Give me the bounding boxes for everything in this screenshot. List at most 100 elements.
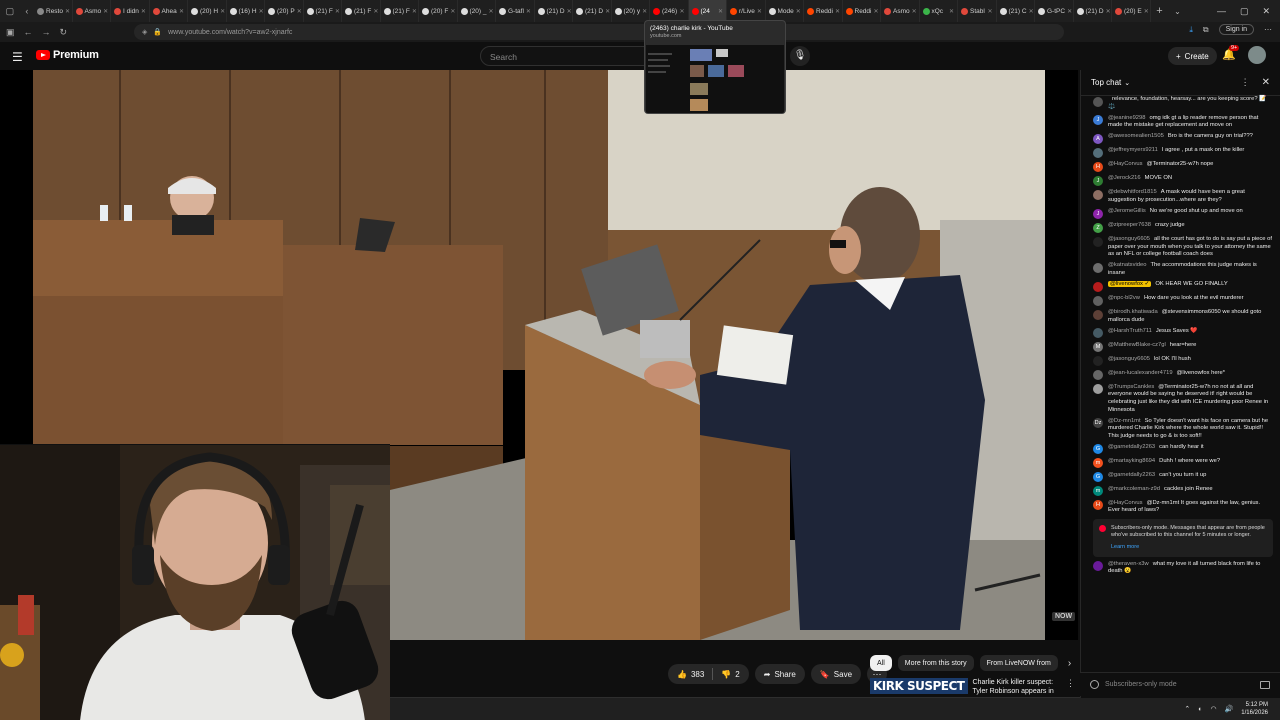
info-icon[interactable] <box>1090 680 1099 689</box>
tab-close-icon[interactable]: ✕ <box>220 8 225 15</box>
browser-menu-icon[interactable]: ⋯ <box>1264 25 1272 34</box>
tab-close-icon[interactable]: ✕ <box>373 8 378 15</box>
tab-close-icon[interactable]: ✕ <box>796 8 801 15</box>
chat-author[interactable]: @birodh.khatiwada <box>1108 309 1158 315</box>
browser-tab[interactable]: (21) D ✕ <box>1074 0 1112 22</box>
tab-close-icon[interactable]: ✕ <box>642 8 647 15</box>
chat-author[interactable]: @jeffreymyers9211 <box>1108 147 1158 153</box>
chat-avatar[interactable] <box>1093 370 1103 381</box>
chat-avatar[interactable] <box>1093 384 1103 395</box>
chat-author[interactable]: @theraven-x3w <box>1108 561 1149 567</box>
chat-input-placeholder[interactable]: Subscribers-only mode <box>1105 681 1177 688</box>
chip-from-livenow[interactable]: From LiveNOW from <box>979 655 1058 671</box>
chat-author[interactable]: @MatthewBlake-cz7gl <box>1108 342 1166 348</box>
chat-author[interactable]: @jean-lucalexander4719 <box>1108 370 1173 376</box>
chat-avatar[interactable] <box>1093 236 1103 247</box>
browser-tab[interactable]: (21) F ✕ <box>381 0 419 22</box>
chat-author[interactable]: @jasonguy6605 <box>1108 356 1150 362</box>
browser-tab[interactable]: (20) F ✕ <box>419 0 458 22</box>
browser-tab[interactable]: Mode ✕ <box>766 0 804 22</box>
signin-button[interactable]: Sign in <box>1218 24 1254 35</box>
tab-close-icon[interactable]: ✕ <box>718 8 723 15</box>
chat-menu-icon[interactable]: ⋮ <box>1241 77 1250 88</box>
chat-avatar[interactable]: Dz <box>1093 418 1103 429</box>
tab-close-icon[interactable]: ✕ <box>335 8 340 15</box>
browser-tab[interactable]: G-tPC ✕ <box>1035 0 1074 22</box>
chat-author[interactable]: @livenowfox ✓ <box>1108 281 1152 288</box>
browser-tab[interactable]: (20) P ✕ <box>265 0 304 22</box>
extensions-icon[interactable]: ⧉ <box>1203 25 1209 35</box>
tab-close-icon[interactable]: ✕ <box>1144 8 1149 15</box>
shield-icon[interactable]: ◈ <box>142 28 147 36</box>
chat-author[interactable]: @garnetdally2263 <box>1108 472 1155 478</box>
download-icon[interactable]: ⤓ <box>1189 25 1193 35</box>
chat-avatar[interactable] <box>1093 328 1103 339</box>
tab-search-icon[interactable]: ⌄ <box>1169 7 1187 16</box>
tab-close-icon[interactable]: ✕ <box>912 8 917 15</box>
tab-close-icon[interactable]: ✕ <box>757 8 762 15</box>
browser-tab[interactable]: G-tafl ✕ <box>496 0 535 22</box>
chat-author[interactable]: @debwhitford1815 <box>1108 189 1157 195</box>
share-button[interactable]: ➦ Share <box>754 664 805 684</box>
chat-author[interactable]: @zipreeper7638 <box>1108 222 1151 228</box>
tray-app-icon[interactable]: ◐ <box>1198 706 1202 713</box>
browser-tab[interactable]: Reddi ✕ <box>804 0 843 22</box>
tab-close-icon[interactable]: ✕ <box>605 8 610 15</box>
browser-tab[interactable]: (21) F ✕ <box>304 0 342 22</box>
chat-author[interactable]: @jeanine9298 <box>1108 115 1145 121</box>
forward-icon[interactable]: → <box>42 27 51 37</box>
chat-author[interactable]: @HayCorvus <box>1108 161 1143 167</box>
chat-author[interactable]: @HayCorvus <box>1108 500 1143 506</box>
chat-avatar[interactable]: M <box>1093 342 1103 353</box>
browser-tab[interactable]: Asmo ✕ <box>881 0 920 22</box>
chat-avatar[interactable]: G <box>1093 444 1103 455</box>
chat-avatar[interactable] <box>1093 189 1103 200</box>
browser-tab[interactable]: Reddi ✕ <box>843 0 881 22</box>
tab-close-icon[interactable]: ✕ <box>488 8 493 15</box>
chat-author[interactable]: @npc-bl2vw <box>1108 295 1140 301</box>
tab-close-icon[interactable]: ✕ <box>1106 8 1111 15</box>
browser-tab[interactable]: (16) H ✕ <box>227 0 265 22</box>
emoji-panel-icon[interactable] <box>1260 680 1270 689</box>
browser-tab[interactable]: (21) D ✕ <box>535 0 573 22</box>
chat-avatar[interactable]: J <box>1093 115 1103 126</box>
chat-author[interactable]: @HarshTruth711 <box>1108 328 1152 334</box>
browser-tab[interactable]: r/Live ✕ <box>727 0 766 22</box>
account-avatar[interactable] <box>1248 46 1266 64</box>
learn-more-link[interactable]: Learn more <box>1111 544 1267 551</box>
browser-tab[interactable]: Ahea ✕ <box>150 0 188 22</box>
chat-avatar[interactable]: J <box>1093 175 1103 186</box>
tab-close-icon[interactable]: ✕ <box>949 8 954 15</box>
clock[interactable]: 5:12 PM 1/16/2026 <box>1241 701 1268 717</box>
minimize-icon[interactable]: — <box>1217 6 1226 17</box>
tab-close-icon[interactable]: ✕ <box>412 8 417 15</box>
recommended-video[interactable]: KIRK SUSPECT Charlie Kirk killer suspect… <box>870 678 1075 698</box>
chat-avatar[interactable]: H <box>1093 161 1103 172</box>
chat-author[interactable]: @katnatsvideo <box>1108 262 1146 268</box>
reload-icon[interactable]: ↻ <box>60 27 68 38</box>
browser-tab[interactable]: xQc ✕ <box>920 0 958 22</box>
chat-avatar[interactable] <box>1093 356 1103 367</box>
wifi-icon[interactable]: ◠ <box>1210 705 1216 713</box>
tab-close-icon[interactable]: ✕ <box>103 8 108 15</box>
chat-avatar[interactable] <box>1093 262 1103 273</box>
chat-author[interactable]: @Jerock216 <box>1108 175 1141 181</box>
tab-close-icon[interactable]: ✕ <box>65 8 70 15</box>
tab-close-icon[interactable]: ✕ <box>141 8 146 15</box>
chat-author[interactable]: @awesomealien1505 <box>1108 133 1164 139</box>
close-chat-icon[interactable]: ✕ <box>1262 77 1270 88</box>
hamburger-menu-icon[interactable]: ☰ <box>12 50 23 64</box>
chip-all[interactable]: All <box>870 655 892 671</box>
tab-close-icon[interactable]: ✕ <box>835 8 840 15</box>
tab-close-icon[interactable]: ✕ <box>179 8 184 15</box>
chat-author[interactable]: @garnetdally2263 <box>1108 444 1155 450</box>
chat-avatar[interactable] <box>1093 96 1103 107</box>
browser-tab[interactable]: (21) D ✕ <box>573 0 612 22</box>
chat-avatar[interactable]: m <box>1093 458 1103 469</box>
chat-avatar[interactable]: Z <box>1093 222 1103 233</box>
chat-avatar[interactable] <box>1093 561 1103 572</box>
tab-close-icon[interactable]: ✕ <box>526 8 531 15</box>
chat-author[interactable]: @TrumpsCankles <box>1108 384 1154 390</box>
tab-close-icon[interactable]: ✕ <box>450 8 455 15</box>
chat-author[interactable]: @JeromeGillis <box>1108 208 1146 214</box>
